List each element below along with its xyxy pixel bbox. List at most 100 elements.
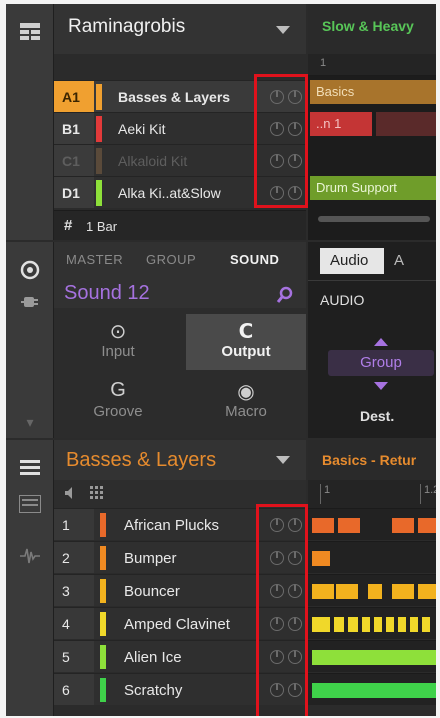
group-name: Alka Ki..at&Slow: [118, 185, 221, 201]
pattern-ruler[interactable]: 1 1.2: [308, 480, 436, 508]
sound-number: 3: [54, 575, 94, 606]
note-event[interactable]: [312, 617, 330, 632]
sound-number: 1: [54, 509, 94, 540]
tab-sound[interactable]: SOUND: [230, 252, 279, 267]
sound-number: 4: [54, 608, 94, 639]
audio-panel: Audio A AUDIO Group Dest.: [308, 242, 436, 438]
note-event[interactable]: [368, 584, 382, 599]
group-color-strip: [96, 84, 102, 110]
note-event[interactable]: [422, 617, 430, 632]
list-view-icon[interactable]: [18, 456, 42, 480]
sound-name: Alien Ice: [124, 649, 182, 666]
clip-basics[interactable]: Basics: [310, 80, 436, 104]
sound-name: African Plucks: [124, 517, 220, 534]
dest-group-selector[interactable]: Group: [328, 350, 434, 376]
tab-group[interactable]: GROUP: [146, 252, 196, 267]
note-event[interactable]: [386, 617, 394, 632]
decrement-down-icon[interactable]: [374, 382, 388, 390]
grid-view-icon[interactable]: [18, 20, 42, 44]
input-label: Input: [101, 343, 135, 360]
waveform-icon[interactable]: [18, 544, 42, 568]
macro-button[interactable]: ◉ Macro: [186, 374, 306, 430]
pattern-lane[interactable]: [308, 607, 436, 639]
tab-audio[interactable]: Audio: [320, 248, 384, 274]
note-event[interactable]: [312, 584, 334, 599]
sound-title: Sound 12: [64, 282, 150, 304]
keyboard-grid-icon[interactable]: [90, 486, 104, 505]
pattern-lane[interactable]: [308, 574, 436, 606]
project-menu-chevron-down-icon[interactable]: [276, 26, 290, 34]
search-icon[interactable]: [276, 286, 294, 304]
ruler-tick: [320, 484, 321, 504]
highlight-box-group-knobs: [254, 74, 308, 208]
project-title: Raminagrobis: [68, 16, 186, 37]
sound-name: Scratchy: [124, 682, 183, 699]
note-event[interactable]: [312, 551, 330, 566]
note-event[interactable]: [418, 518, 436, 533]
note-event[interactable]: [392, 518, 414, 533]
note-event[interactable]: [312, 683, 436, 698]
sound-color-strip: [100, 678, 106, 702]
grid-hash-icon: #: [64, 217, 73, 234]
pattern-editor-icon[interactable]: [18, 492, 42, 516]
sound-number: 5: [54, 641, 94, 672]
note-event[interactable]: [392, 584, 414, 599]
note-event[interactable]: [338, 518, 360, 533]
bar-length-row[interactable]: # 1 Bar: [54, 210, 306, 240]
input-icon: ⊙: [109, 321, 127, 343]
expand-chevron-icon[interactable]: ▾: [18, 410, 42, 434]
group-id: B1: [54, 113, 94, 144]
group-id: A1: [54, 81, 94, 112]
plug-icon[interactable]: [18, 290, 42, 314]
input-button[interactable]: ⊙ Input: [58, 314, 178, 370]
sound-color-strip: [100, 612, 106, 636]
ruler-mark: 1: [324, 484, 331, 496]
arranger-side-strip: [6, 4, 54, 240]
note-event[interactable]: [374, 617, 382, 632]
note-event[interactable]: [334, 617, 344, 632]
arranger-scrollbar[interactable]: [318, 216, 430, 222]
note-event[interactable]: [312, 518, 334, 533]
note-event[interactable]: [312, 650, 436, 665]
note-event[interactable]: [336, 584, 358, 599]
macro-icon: ◉: [237, 381, 255, 403]
scene-title[interactable]: Slow & Heavy: [322, 18, 414, 34]
sound-color-strip: [100, 546, 106, 570]
clip-drum-support[interactable]: Drum Support: [310, 176, 436, 200]
clip-aeki[interactable]: ..n 1: [310, 112, 372, 136]
knob-icon[interactable]: [18, 258, 42, 282]
output-label: Output: [221, 343, 271, 360]
group-menu-chevron-down-icon[interactable]: [276, 456, 290, 464]
sound-number: 2: [54, 542, 94, 573]
pattern-lane[interactable]: [308, 640, 436, 672]
note-event[interactable]: [398, 617, 406, 632]
tab-master[interactable]: MASTER: [66, 252, 123, 267]
group-title[interactable]: Basses & Layers: [66, 449, 216, 472]
pattern-title[interactable]: Basics - Retur: [322, 452, 416, 468]
note-event[interactable]: [348, 617, 358, 632]
pattern-lane[interactable]: [308, 508, 436, 540]
plugin-pages: ⊙ Input 𝗖 Output G Groove ◉ Macro: [54, 308, 306, 438]
highlight-box-sound-knobs: [256, 504, 308, 716]
note-event[interactable]: [418, 584, 436, 599]
app-window: Raminagrobis A1 Basses & Layers B1 Aeki Kit…: [6, 4, 436, 716]
control-header: MASTER GROUP SOUND Sound 12: [54, 242, 306, 308]
clip-aeki-2[interactable]: [376, 112, 436, 136]
sound-color-strip: [100, 645, 106, 669]
tab-secondary[interactable]: A: [394, 252, 404, 269]
speaker-icon[interactable]: [64, 486, 78, 505]
macro-label: Macro: [225, 403, 267, 420]
output-button[interactable]: 𝗖 Output: [186, 314, 306, 370]
pattern-lane[interactable]: [308, 541, 436, 573]
arranger-ruler[interactable]: 1: [308, 54, 436, 76]
pattern-lane[interactable]: [308, 673, 436, 705]
divider: [308, 280, 436, 281]
note-event[interactable]: [410, 617, 418, 632]
groove-button[interactable]: G Groove: [58, 374, 178, 430]
sound-name: Bouncer: [124, 583, 180, 600]
group-name: Alkaloid Kit: [118, 153, 188, 169]
arranger-header: Slow & Heavy: [308, 4, 436, 54]
increment-up-icon[interactable]: [374, 338, 388, 346]
note-event[interactable]: [362, 617, 370, 632]
group-color-strip: [96, 148, 102, 174]
